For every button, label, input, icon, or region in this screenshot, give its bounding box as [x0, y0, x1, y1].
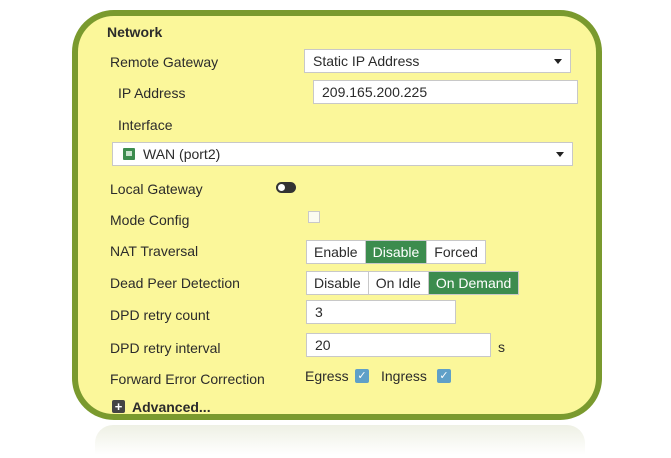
panel-reflection [95, 425, 585, 455]
fec-label: Forward Error Correction [110, 371, 265, 387]
dpd-retry-count-label: DPD retry count [110, 307, 210, 323]
remote-gateway-label: Remote Gateway [110, 54, 219, 70]
dpd-retry-interval-unit: s [498, 339, 505, 355]
fec-ingress-checkbox[interactable]: ✓ [437, 369, 451, 383]
chevron-down-icon [556, 152, 564, 157]
dpd-retry-count-input[interactable]: 3 [306, 300, 456, 324]
local-gateway-label: Local Gateway [110, 181, 203, 197]
mode-config-checkbox[interactable] [308, 211, 320, 223]
nat-traversal-forced[interactable]: Forced [427, 241, 485, 263]
chevron-down-icon [554, 59, 562, 64]
ip-address-label: IP Address [118, 85, 186, 101]
local-gateway-toggle[interactable] [276, 182, 296, 193]
nat-traversal-enable[interactable]: Enable [307, 241, 366, 263]
check-icon: ✓ [439, 370, 449, 382]
network-port-icon [123, 148, 135, 160]
dpd-on-idle[interactable]: On Idle [369, 272, 429, 294]
interface-select[interactable]: WAN (port2) [112, 142, 573, 166]
fec-egress-checkbox[interactable]: ✓ [355, 369, 369, 383]
nat-traversal-segmented: Enable Disable Forced [306, 240, 486, 264]
ip-address-input[interactable]: 209.165.200.225 [313, 80, 578, 104]
dpd-on-demand[interactable]: On Demand [428, 272, 519, 294]
dpd-retry-interval-label: DPD retry interval [110, 340, 221, 356]
mode-config-label: Mode Config [110, 212, 190, 228]
dpd-retry-interval-input[interactable]: 20 [306, 333, 491, 357]
plus-icon[interactable]: + [112, 400, 125, 413]
interface-value: WAN (port2) [143, 146, 221, 162]
nat-traversal-disable[interactable]: Disable [365, 241, 428, 263]
fec-ingress-label: Ingress [381, 368, 427, 384]
check-icon: ✓ [357, 370, 367, 382]
remote-gateway-value: Static IP Address [313, 53, 420, 69]
interface-label: Interface [118, 117, 173, 133]
fec-egress-label: Egress [305, 368, 349, 384]
dead-peer-detection-label: Dead Peer Detection [110, 275, 240, 291]
dead-peer-detection-segmented: Disable On Idle On Demand [306, 271, 520, 295]
nat-traversal-label: NAT Traversal [110, 243, 199, 259]
remote-gateway-select[interactable]: Static IP Address [304, 49, 571, 73]
dpd-disable[interactable]: Disable [307, 272, 369, 294]
section-title: Network [107, 24, 163, 40]
advanced-toggle[interactable]: Advanced... [132, 399, 211, 415]
